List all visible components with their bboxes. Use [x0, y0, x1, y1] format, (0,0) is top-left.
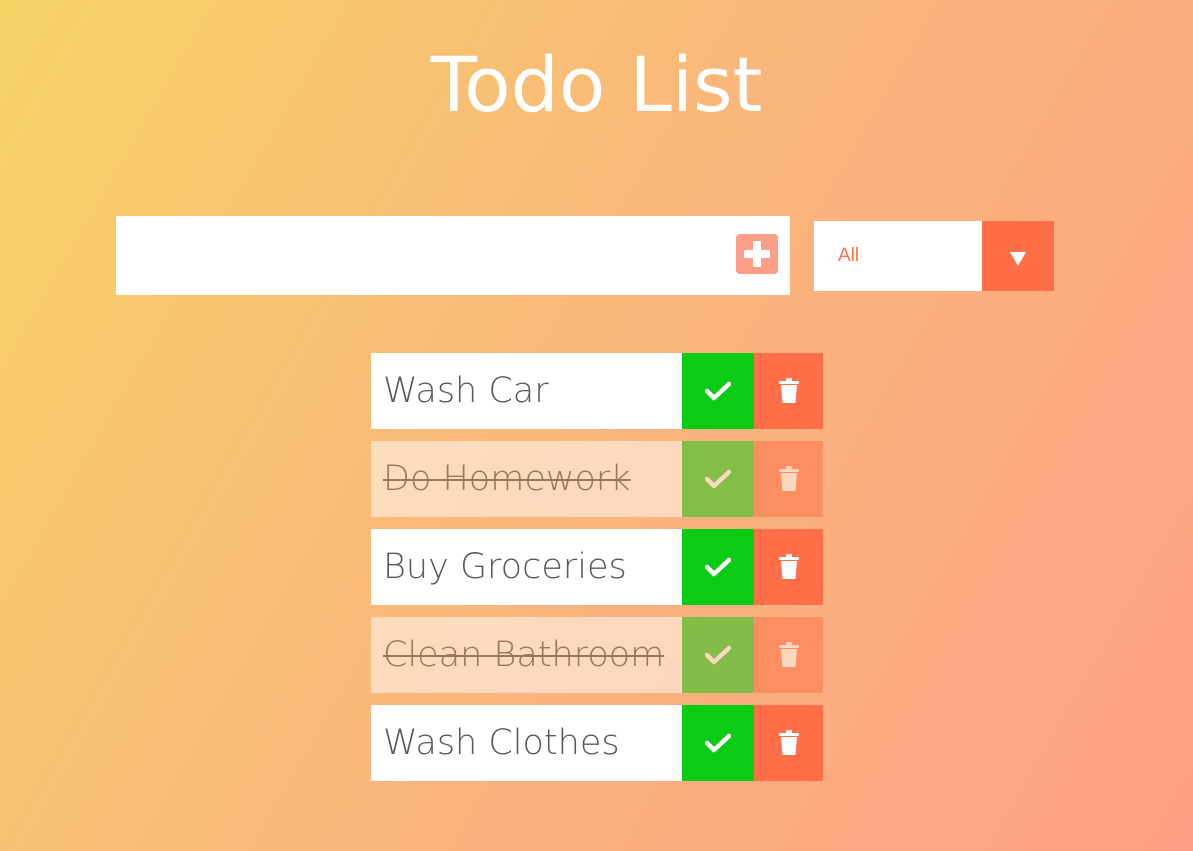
- delete-button[interactable]: [754, 529, 823, 605]
- todo-item: Clean Bathroom: [371, 617, 823, 693]
- todo-item: Wash Clothes: [371, 705, 823, 781]
- complete-button[interactable]: [682, 617, 754, 693]
- delete-button[interactable]: [754, 705, 823, 781]
- delete-button[interactable]: [754, 353, 823, 429]
- filter-selected-value: All: [838, 245, 860, 266]
- todo-text: Wash Car: [383, 371, 549, 411]
- todo-text: Do Homework: [383, 459, 631, 499]
- todo-text: Buy Groceries: [383, 547, 627, 587]
- complete-button[interactable]: [682, 529, 754, 605]
- todo-list: Wash Car Do Homework Buy Groceries Clean…: [371, 353, 823, 793]
- filter-select[interactable]: All: [814, 221, 1054, 291]
- todo-input-wrapper: [116, 216, 790, 295]
- todo-text: Wash Clothes: [383, 723, 620, 763]
- page-title: Todo List: [430, 40, 763, 129]
- filter-dropdown-toggle[interactable]: [982, 221, 1054, 291]
- complete-button[interactable]: [682, 353, 754, 429]
- trash-icon: [778, 554, 799, 579]
- check-icon: [705, 733, 731, 753]
- todo-item: Do Homework: [371, 441, 823, 517]
- delete-button[interactable]: [754, 617, 823, 693]
- trash-icon: [778, 378, 799, 403]
- delete-button[interactable]: [754, 441, 823, 517]
- trash-icon: [778, 642, 799, 667]
- todo-item: Wash Car: [371, 353, 823, 429]
- complete-button[interactable]: [682, 705, 754, 781]
- caret-down-icon: [1010, 252, 1026, 266]
- todo-item: Buy Groceries: [371, 529, 823, 605]
- check-icon: [705, 645, 731, 665]
- todo-text: Clean Bathroom: [383, 635, 665, 675]
- check-icon: [705, 469, 731, 489]
- todo-input[interactable]: [116, 216, 716, 295]
- trash-icon: [778, 466, 799, 491]
- check-icon: [705, 381, 731, 401]
- add-todo-button[interactable]: [736, 234, 778, 274]
- trash-icon: [778, 730, 799, 755]
- check-icon: [705, 557, 731, 577]
- complete-button[interactable]: [682, 441, 754, 517]
